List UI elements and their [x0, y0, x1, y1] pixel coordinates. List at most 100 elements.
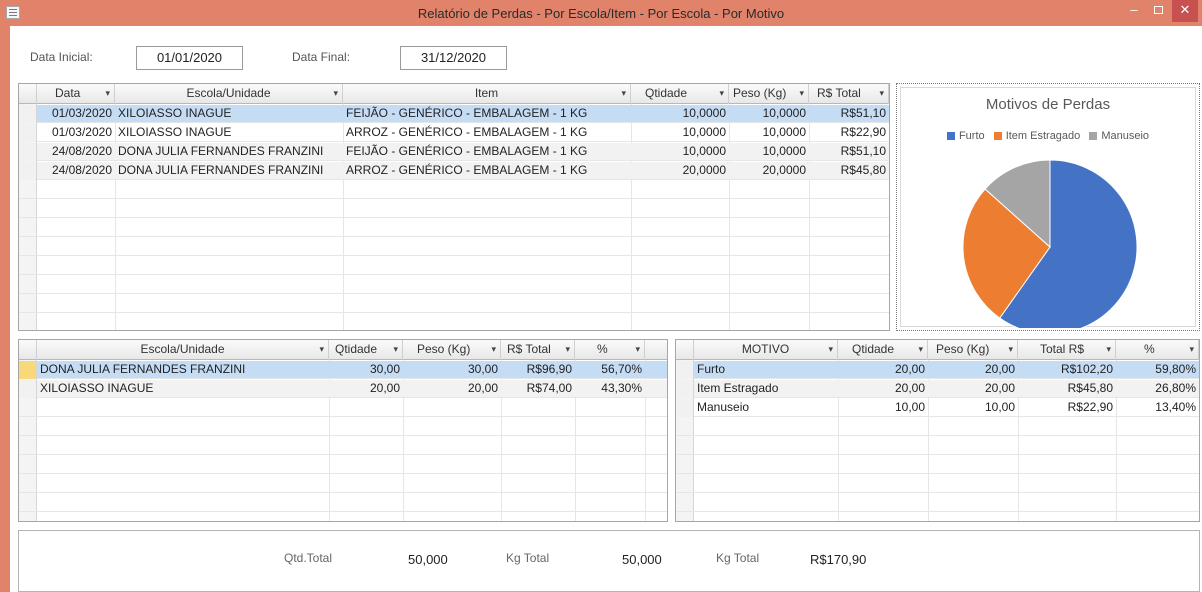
record-selector[interactable] [19, 162, 37, 180]
cell-escola[interactable]: DONA JULIA FERNANDES FRANZINI [115, 162, 343, 180]
cell-peso[interactable]: 10,0000 [729, 105, 809, 123]
col-motivo[interactable]: MOTIVO ▾ [694, 340, 838, 360]
cell-total[interactable]: R$45,80 [1018, 380, 1116, 398]
cell-item[interactable]: FEIJÃO - GENÉRICO - EMBALAGEM - 1 KG [343, 105, 631, 123]
cell-qtidade[interactable]: 20,0000 [631, 162, 729, 180]
cell-percent[interactable]: 13,40% [1116, 399, 1199, 417]
cell-data[interactable]: 01/03/2020 [37, 105, 115, 123]
cell-data[interactable]: 01/03/2020 [37, 124, 115, 142]
cell-qtidade[interactable]: 30,00 [329, 361, 403, 379]
col-peso[interactable]: Peso (Kg) ▾ [928, 340, 1018, 360]
cell-peso[interactable]: 20,00 [928, 380, 1018, 398]
chart-container[interactable]: Motivos de Perdas Furto Item Estragado M… [896, 83, 1200, 331]
cell-percent[interactable]: 59,80% [1116, 361, 1199, 379]
cell-total[interactable]: R$51,10 [809, 105, 889, 123]
cell-item[interactable]: FEIJÃO - GENÉRICO - EMBALAGEM - 1 KG [343, 143, 631, 161]
data-inicial-field[interactable]: 01/01/2020 [136, 46, 243, 70]
cell-qtidade[interactable]: 20,00 [838, 380, 928, 398]
kg-total-value[interactable]: 50,000 [622, 552, 662, 567]
table-row[interactable]: DONA JULIA FERNANDES FRANZINI 30,00 30,0… [19, 361, 667, 379]
cell-peso[interactable]: 10,00 [928, 399, 1018, 417]
close-button[interactable]: ✕ [1172, 0, 1198, 22]
record-selector[interactable] [19, 124, 37, 142]
maximize-button[interactable] [1146, 0, 1170, 22]
record-selector[interactable] [676, 380, 694, 398]
cell-total[interactable]: R$102,20 [1018, 361, 1116, 379]
col-percent[interactable]: % ▾ [1116, 340, 1199, 360]
cell-total[interactable]: R$74,00 [501, 380, 575, 398]
motivo-grid[interactable]: MOTIVO ▾ Qtidade ▾ Peso (Kg) ▾ Total R$ ▾ % ▾… [675, 339, 1200, 522]
cell-peso[interactable]: 10,0000 [729, 143, 809, 161]
col-qtidade[interactable]: Qtidade ▾ [329, 340, 403, 360]
record-selector[interactable] [19, 143, 37, 161]
minimize-button[interactable]: – [1122, 0, 1146, 22]
col-percent[interactable]: % ▾ [575, 340, 645, 360]
table-row[interactable]: 24/08/2020 DONA JULIA FERNANDES FRANZINI… [19, 143, 889, 161]
record-selector-current[interactable] [19, 361, 37, 379]
table-row[interactable]: XILOIASSO INAGUE 20,00 20,00 R$74,00 43,… [19, 380, 667, 398]
table-row[interactable]: Manuseio 10,00 10,00 R$22,90 13,40% [676, 399, 1199, 417]
record-selector[interactable] [676, 399, 694, 417]
qtd-total-value[interactable]: 50,000 [408, 552, 448, 567]
cell-percent[interactable]: 26,80% [1116, 380, 1199, 398]
select-all-corner[interactable] [19, 84, 37, 104]
col-data[interactable]: Data ▾ [37, 84, 115, 104]
col-total[interactable]: Total R$ ▾ [1018, 340, 1116, 360]
col-peso[interactable]: Peso (Kg) ▾ [729, 84, 809, 104]
cell-escola[interactable]: XILOIASSO INAGUE [115, 105, 343, 123]
cell-qtidade[interactable]: 20,00 [329, 380, 403, 398]
valor-total-value[interactable]: R$170,90 [810, 552, 866, 567]
chart-area: Motivos de Perdas Furto Item Estragado M… [900, 87, 1196, 328]
col-qtidade[interactable]: Qtidade ▾ [838, 340, 928, 360]
cell-item[interactable]: ARROZ - GENÉRICO - EMBALAGEM - 1 KG [343, 124, 631, 142]
col-peso[interactable]: Peso (Kg) ▾ [403, 340, 501, 360]
select-all-corner[interactable] [19, 340, 37, 360]
cell-total[interactable]: R$96,90 [501, 361, 575, 379]
cell-peso[interactable]: 20,00 [403, 380, 501, 398]
select-all-corner[interactable] [676, 340, 694, 360]
col-total[interactable]: R$ Total ▾ [809, 84, 889, 104]
col-total[interactable]: R$ Total ▾ [501, 340, 575, 360]
cell-total[interactable]: R$51,10 [809, 143, 889, 161]
cell-total[interactable]: R$22,90 [809, 124, 889, 142]
cell-escola[interactable]: DONA JULIA FERNANDES FRANZINI [37, 361, 329, 379]
cell-percent[interactable]: 56,70% [575, 361, 645, 379]
col-escola[interactable]: Escola/Unidade ▾ [115, 84, 343, 104]
escola-grid[interactable]: Escola/Unidade ▾ Qtidade ▾ Peso (Kg) ▾ R$ T… [18, 339, 668, 522]
table-row[interactable]: Item Estragado 20,00 20,00 R$45,80 26,80… [676, 380, 1199, 398]
record-selector[interactable] [19, 105, 37, 123]
record-selector[interactable] [676, 361, 694, 379]
perdas-grid[interactable]: Data ▾ Escola/Unidade ▾ Item ▾ Qtidade ▾ Pes… [18, 83, 890, 331]
cell-escola[interactable]: XILOIASSO INAGUE [115, 124, 343, 142]
table-row[interactable]: 01/03/2020 XILOIASSO INAGUE FEIJÃO - GEN… [19, 105, 889, 123]
cell-peso[interactable]: 10,0000 [729, 124, 809, 142]
table-row[interactable]: Furto 20,00 20,00 R$102,20 59,80% [676, 361, 1199, 379]
cell-motivo[interactable]: Furto [694, 361, 838, 379]
cell-peso[interactable]: 20,00 [928, 361, 1018, 379]
cell-peso[interactable]: 30,00 [403, 361, 501, 379]
cell-item[interactable]: ARROZ - GENÉRICO - EMBALAGEM - 1 KG [343, 162, 631, 180]
cell-total[interactable]: R$45,80 [809, 162, 889, 180]
cell-peso[interactable]: 20,0000 [729, 162, 809, 180]
cell-data[interactable]: 24/08/2020 [37, 162, 115, 180]
col-escola[interactable]: Escola/Unidade ▾ [37, 340, 329, 360]
cell-motivo[interactable]: Manuseio [694, 399, 838, 417]
empty-row [19, 456, 667, 474]
cell-motivo[interactable]: Item Estragado [694, 380, 838, 398]
cell-qtidade[interactable]: 10,0000 [631, 143, 729, 161]
table-row[interactable]: 24/08/2020 DONA JULIA FERNANDES FRANZINI… [19, 162, 889, 180]
cell-qtidade[interactable]: 20,00 [838, 361, 928, 379]
cell-qtidade[interactable]: 10,0000 [631, 124, 729, 142]
cell-qtidade[interactable]: 10,0000 [631, 105, 729, 123]
cell-qtidade[interactable]: 10,00 [838, 399, 928, 417]
cell-percent[interactable]: 43,30% [575, 380, 645, 398]
record-selector[interactable] [19, 380, 37, 398]
cell-escola[interactable]: XILOIASSO INAGUE [37, 380, 329, 398]
table-row[interactable]: 01/03/2020 XILOIASSO INAGUE ARROZ - GENÉ… [19, 124, 889, 142]
col-qtidade[interactable]: Qtidade ▾ [631, 84, 729, 104]
cell-escola[interactable]: DONA JULIA FERNANDES FRANZINI [115, 143, 343, 161]
data-final-field[interactable]: 31/12/2020 [400, 46, 507, 70]
cell-data[interactable]: 24/08/2020 [37, 143, 115, 161]
col-item[interactable]: Item ▾ [343, 84, 631, 104]
cell-total[interactable]: R$22,90 [1018, 399, 1116, 417]
